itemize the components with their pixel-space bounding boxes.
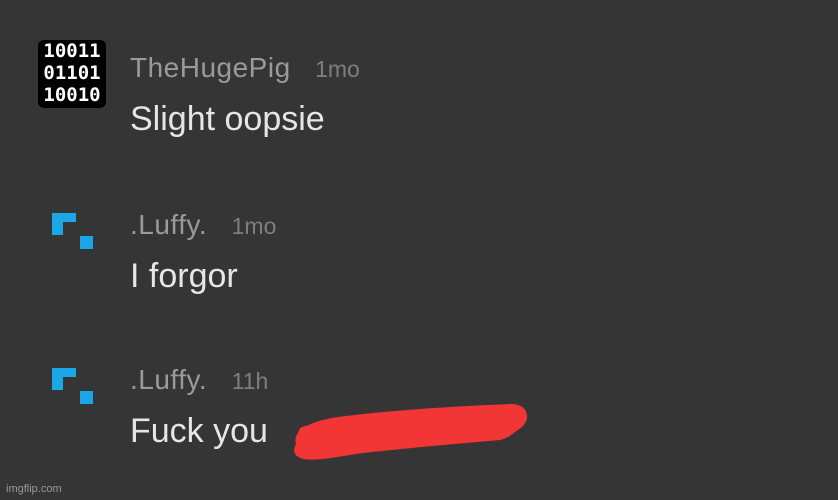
comment-text: Slight oopsie (130, 100, 325, 138)
timestamp: 11h (231, 368, 269, 394)
username[interactable]: .Luffy. (130, 209, 207, 240)
avatar[interactable] (52, 366, 100, 410)
avatar[interactable] (52, 211, 100, 255)
watermark: imgflip.com (6, 483, 62, 495)
timestamp: 1mo (231, 213, 277, 239)
pixel-avatar-icon (52, 213, 93, 249)
comment-text: Fuck you (130, 412, 268, 450)
username[interactable]: TheHugePig (130, 52, 291, 83)
avatar[interactable]: 10011 01101 10010 (38, 40, 106, 108)
username[interactable]: .Luffy. (130, 364, 207, 395)
comment-header: TheHugePig 1mo (130, 52, 360, 84)
avatar-binary-row: 10010 (43, 84, 101, 106)
comment-header: .Luffy. 11h (130, 364, 268, 396)
avatar-binary-row: 01101 (43, 62, 101, 84)
comment-feed: 10011 01101 10010 TheHugePig 1mo Slight … (0, 0, 838, 500)
pixel-avatar-icon (52, 368, 93, 404)
redaction-scribble (294, 404, 528, 460)
comment-text: I forgor (130, 257, 238, 295)
comment-header: .Luffy. 1mo (130, 209, 276, 241)
avatar-binary-row: 10011 (43, 40, 101, 62)
timestamp: 1mo (315, 56, 360, 82)
